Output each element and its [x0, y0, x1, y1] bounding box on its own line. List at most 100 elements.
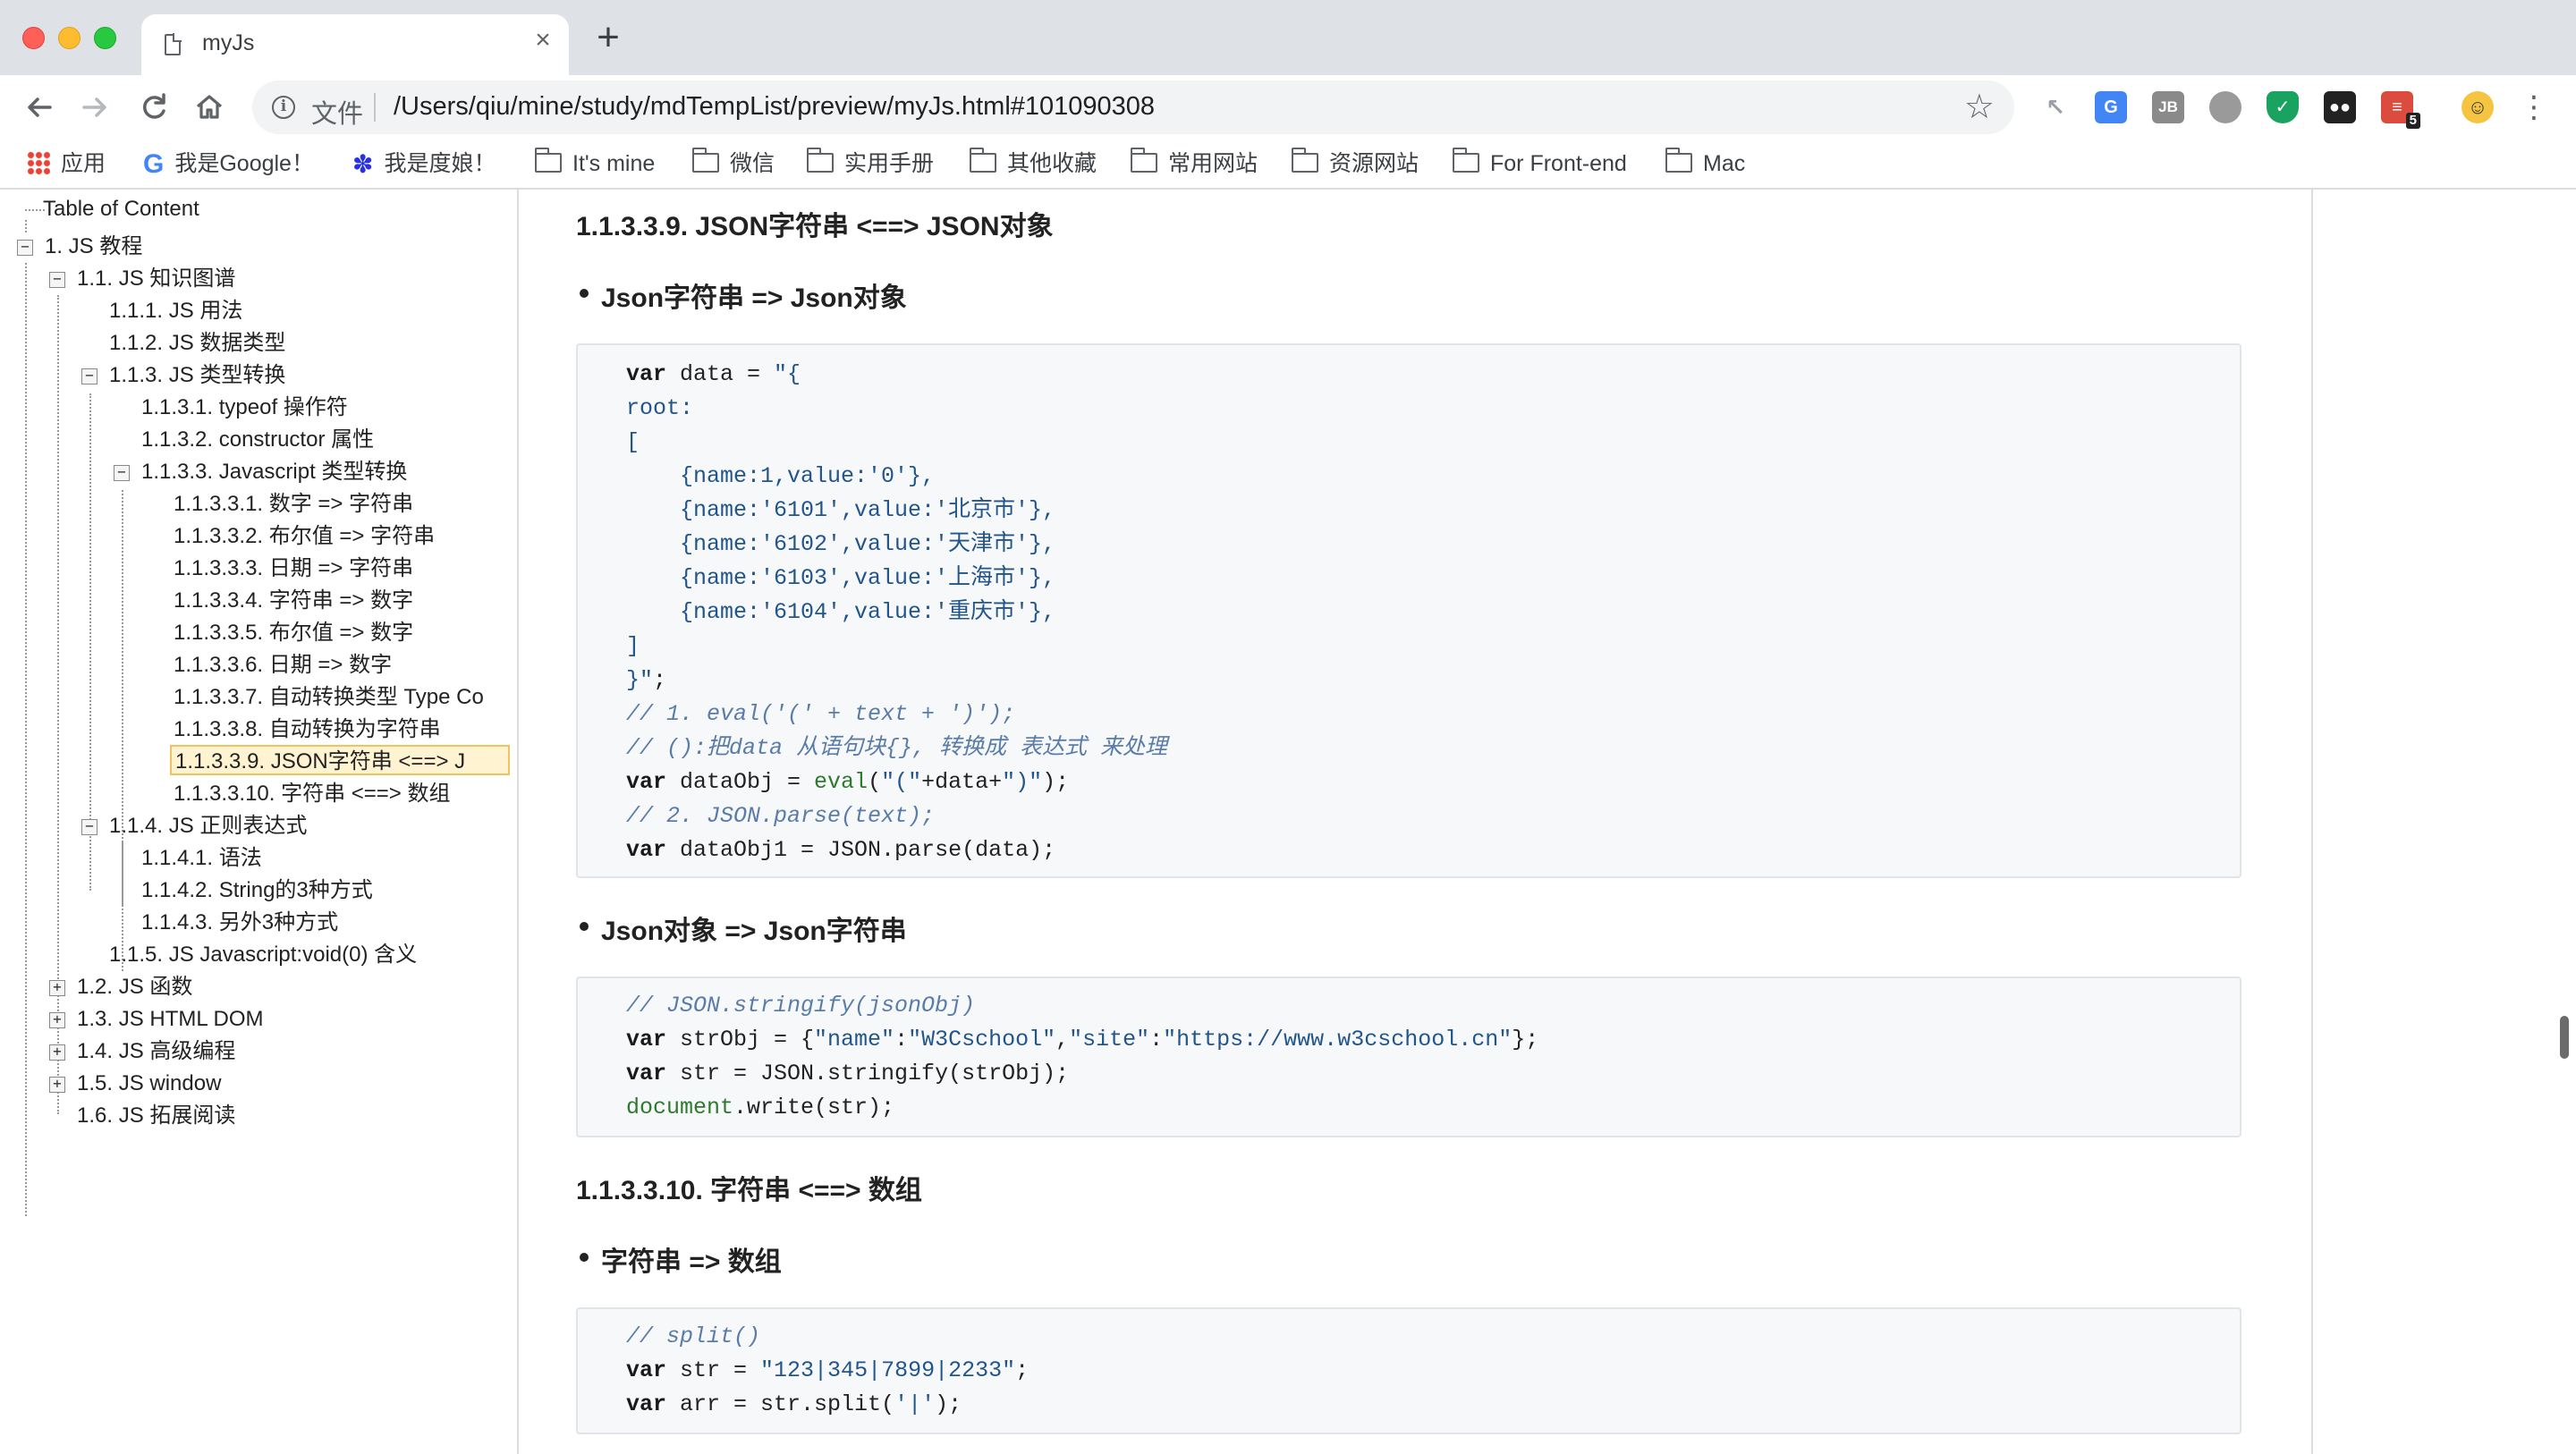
- window-close-button[interactable]: [22, 27, 45, 49]
- back-button[interactable]: [20, 88, 59, 127]
- toc-item[interactable]: 1.1.3.3.6. 日期 => 数字: [174, 650, 392, 681]
- menu-kebab-icon[interactable]: ⋮: [2519, 88, 2549, 127]
- collapse-toggle[interactable]: −: [114, 465, 130, 481]
- toc-item[interactable]: 1.1.5. JS Javascript:void(0) 含义: [109, 940, 417, 970]
- toc-item[interactable]: 1.1.3.3.10. 字符串 <==> 数组: [174, 779, 451, 809]
- extension-badge: 5: [2405, 113, 2420, 129]
- toc-item[interactable]: 1.1.3.3. Javascript 类型转换: [141, 457, 407, 487]
- toc-item[interactable]: 1.1.3.3.8. 自动转换为字符串: [174, 714, 441, 745]
- toc-item[interactable]: 1.3. JS HTML DOM: [77, 1004, 263, 1035]
- todoist-icon[interactable]: ≡ 5: [2381, 91, 2420, 129]
- extension-cursor-icon[interactable]: ↖: [2039, 91, 2072, 123]
- expand-toggle[interactable]: +: [49, 1012, 65, 1028]
- bookmark-folder-wechat[interactable]: 微信: [691, 148, 775, 180]
- toc-item[interactable]: 1.5. JS window: [77, 1069, 221, 1099]
- bookmark-folder-other[interactable]: 其他收藏: [969, 148, 1097, 180]
- toc-item[interactable]: 1.1.3.3.3. 日期 => 字符串: [174, 554, 413, 584]
- browser-tab[interactable]: myJs ×: [141, 14, 569, 75]
- reload-button[interactable]: [134, 88, 174, 127]
- code-line: {name:'6104',value:'重庆市'},: [626, 599, 1056, 625]
- toc-item[interactable]: 1.1.3.3.2. 布尔值 => 字符串: [174, 521, 435, 552]
- toc-item-active[interactable]: 1.1.3.3.9. JSON字符串 <==> J: [170, 745, 510, 775]
- collapse-toggle[interactable]: −: [81, 819, 97, 835]
- window-maximize-button[interactable]: [94, 27, 116, 49]
- home-button[interactable]: [190, 88, 229, 127]
- toc-item[interactable]: 1.1.3.1. typeof 操作符: [141, 393, 348, 423]
- tab-close-icon[interactable]: ×: [530, 27, 556, 54]
- bookmark-star-icon[interactable]: ☆: [1964, 88, 1995, 127]
- bookmark-label: 资源网站: [1329, 151, 1419, 176]
- toc-item[interactable]: 1.1.1. JS 用法: [109, 296, 242, 326]
- expand-toggle[interactable]: +: [49, 1044, 65, 1061]
- info-icon[interactable]: i: [272, 96, 295, 119]
- code-block: var data = "{ root: [ {name:1,value:'0'}…: [576, 343, 2241, 878]
- toc-item[interactable]: 1.1.4.2. String的3种方式: [141, 875, 373, 906]
- collapse-toggle[interactable]: −: [81, 368, 97, 385]
- collapse-toggle[interactable]: −: [49, 272, 65, 288]
- toc-item[interactable]: 1.1.3. JS 类型转换: [109, 360, 285, 391]
- bookmark-label: 实用手册: [844, 151, 935, 176]
- code-comment: // ():把data 从语句块{}, 转换成 表达式 来处理: [626, 735, 1168, 761]
- forward-button[interactable]: [75, 88, 114, 127]
- gray-circle-extension-icon[interactable]: [2209, 91, 2241, 123]
- bookmark-folder-resources[interactable]: 资源网站: [1291, 148, 1419, 180]
- code-comment: // 2. JSON.parse(text);: [626, 803, 936, 829]
- bookmark-google[interactable]: G 我是Google！: [143, 148, 314, 180]
- toc-item[interactable]: 1.1.3.3.1. 数字 => 字符串: [174, 489, 413, 520]
- toc-item[interactable]: 1.6. JS 拓展阅读: [77, 1101, 235, 1131]
- toc-item[interactable]: 1.1.2. JS 数据类型: [109, 328, 285, 359]
- window-minimize-button[interactable]: [58, 27, 80, 49]
- home-icon: [196, 95, 223, 119]
- folder-icon: [534, 148, 562, 173]
- bookmark-baidu[interactable]: ✽ 我是度娘！: [352, 148, 496, 180]
- toc-item[interactable]: 1.1.4.1. 语法: [141, 843, 262, 874]
- code-line: {name:'6103',value:'上海市'},: [626, 565, 1056, 591]
- folder-icon: [1291, 148, 1318, 173]
- toc-sidebar: Table of Content − 1. JS 教程 − 1.1. JS 知识…: [0, 190, 519, 1454]
- scrollbar-thumb[interactable]: [2560, 1016, 2569, 1059]
- collapse-toggle[interactable]: −: [17, 240, 33, 256]
- shield-icon[interactable]: ✓: [2267, 91, 2299, 123]
- code-line: {name:'6101',value:'北京市'},: [626, 497, 1056, 523]
- code-comment: // split(): [626, 1323, 761, 1349]
- section-heading: 1.1.3.3.10. 字符串 <==> 数组: [576, 1176, 922, 1205]
- bookmark-folder-mac[interactable]: Mac: [1665, 148, 1745, 180]
- toc-item[interactable]: 1.1.3.2. constructor 属性: [141, 425, 374, 455]
- bookmark-label: 应用: [61, 151, 106, 176]
- toc-item[interactable]: 1. JS 教程: [45, 232, 142, 262]
- code-line: document.write(str);: [626, 1095, 895, 1120]
- bookmarks-bar: 应用 G 我是Google！ ✽ 我是度娘！ It's mine 微信 实用手册 其…: [0, 139, 2576, 190]
- toc-item[interactable]: 1.1.4. JS 正则表达式: [109, 811, 307, 841]
- toc-item[interactable]: 1.2. JS 函数: [77, 972, 192, 1002]
- dark-extension-icon[interactable]: ●●: [2324, 91, 2356, 123]
- code-line: var dataObj = eval("("+data+")");: [626, 769, 1070, 795]
- url-text[interactable]: /Users/qiu/mine/study/mdTempList/preview…: [394, 92, 1155, 122]
- toc-item[interactable]: 1.1.4.3. 另外3种方式: [141, 908, 338, 938]
- tree-guide: [89, 393, 91, 891]
- bookmark-apps[interactable]: 应用: [27, 148, 106, 180]
- expand-toggle[interactable]: +: [49, 1077, 65, 1093]
- code-line: {name:1,value:'0'},: [626, 463, 936, 489]
- bookmark-folder-common-sites[interactable]: 常用网站: [1130, 148, 1258, 180]
- bookmark-folder-manuals[interactable]: 实用手册: [806, 148, 935, 180]
- bullet-heading: Json字符串 => Json对象: [580, 275, 907, 315]
- folder-icon: [691, 148, 719, 173]
- toc-item[interactable]: 1.1.3.3.5. 布尔值 => 数字: [174, 618, 413, 648]
- expand-toggle[interactable]: +: [49, 980, 65, 996]
- toc-item[interactable]: 1.1.3.3.7. 自动转换类型 Type Co: [174, 682, 484, 713]
- new-tab-button[interactable]: +: [592, 18, 624, 57]
- profile-avatar[interactable]: ☺: [2462, 91, 2494, 123]
- bookmark-folder-front-end[interactable]: For Front-end: [1452, 148, 1627, 180]
- toc-item[interactable]: 1.1. JS 知识图谱: [77, 264, 235, 294]
- toc-item[interactable]: 1.1.3.3.4. 字符串 => 数字: [174, 586, 413, 616]
- code-block: // JSON.stringify(jsonObj) var strObj = …: [576, 976, 2241, 1137]
- bookmark-folder-its-mine[interactable]: It's mine: [534, 148, 655, 180]
- code-line: [: [626, 429, 640, 455]
- google-translate-icon[interactable]: G: [2095, 91, 2127, 123]
- code-comment: // JSON.stringify(jsonObj): [626, 993, 976, 1019]
- tree-guide: [25, 209, 45, 211]
- toc-item[interactable]: 1.4. JS 高级编程: [77, 1036, 235, 1067]
- code-line: ]: [626, 633, 640, 659]
- address-bar[interactable]: i 文件 /Users/qiu/mine/study/mdTempList/pr…: [252, 80, 2014, 134]
- jetbrains-icon[interactable]: JB: [2152, 91, 2184, 123]
